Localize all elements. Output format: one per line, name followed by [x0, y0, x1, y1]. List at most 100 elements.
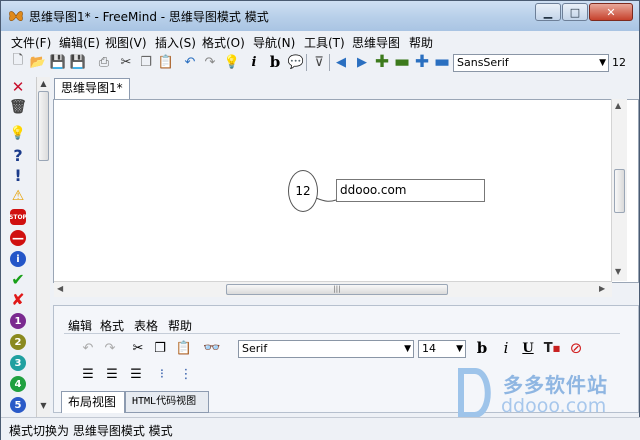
scroll-down-icon[interactable]: ▼: [615, 267, 621, 276]
cross-icon[interactable]: ✘: [10, 290, 26, 309]
editor-size-select[interactable]: 14 ▼: [418, 340, 466, 358]
forward-arrow-icon[interactable]: ▶: [353, 53, 371, 71]
redo-icon[interactable]: ↷: [201, 53, 219, 71]
save-icon[interactable]: 💾: [49, 53, 67, 71]
menu-help[interactable]: 帮助: [409, 34, 433, 51]
new-icon[interactable]: 🗋: [9, 53, 27, 71]
close-button[interactable]: ✕: [589, 3, 633, 21]
copy-icon[interactable]: ❐: [150, 338, 170, 358]
zoom-in-plus-icon[interactable]: ✚: [373, 52, 391, 72]
undo-icon[interactable]: ↶: [181, 53, 199, 71]
scroll-down-icon[interactable]: ▼: [38, 401, 49, 410]
paste-icon[interactable]: 📋: [174, 338, 194, 358]
align-left-icon[interactable]: ☰: [78, 364, 98, 384]
editor-view-tabs: 布局视图 HTML代码视图: [61, 391, 261, 413]
add-node-plus-icon[interactable]: ✚: [413, 52, 431, 72]
align-center-icon[interactable]: ☰: [102, 364, 122, 384]
editor-menu-help[interactable]: 帮助: [168, 317, 192, 334]
priority-2-icon[interactable]: 2: [10, 334, 26, 350]
question-icon[interactable]: ?: [10, 146, 26, 165]
tab-layout-view[interactable]: 布局视图: [61, 391, 125, 413]
scroll-thumb[interactable]: [38, 91, 49, 161]
menu-tools[interactable]: 工具(T): [304, 34, 345, 51]
print-icon[interactable]: ⎙: [95, 53, 113, 71]
scroll-thumb[interactable]: |||: [226, 284, 448, 295]
font-family-select[interactable]: SansSerif ▼: [453, 54, 609, 72]
priority-1-icon[interactable]: 1: [10, 313, 26, 329]
mindmap-canvas[interactable]: 12 ddooo.com: [53, 99, 639, 283]
zoom-out-minus-icon[interactable]: ▬: [393, 52, 411, 72]
back-arrow-icon[interactable]: ◀: [332, 53, 350, 71]
filter-icon[interactable]: ⊽: [310, 53, 328, 71]
exclamation-icon[interactable]: !: [10, 166, 26, 185]
underline-button[interactable]: U: [518, 338, 538, 358]
menu-format[interactable]: 格式(O): [202, 34, 245, 51]
child-node-editing[interactable]: ddooo.com: [336, 179, 485, 202]
main-toolbar: 🗋 📂 💾 💾 ⎙ ✂ ❐ 📋 ↶ ↷ 💡 i b 💬 ⊽ ◀ ▶ ✚ ▬ ✚ …: [1, 51, 639, 75]
butterfly-icon: [9, 11, 23, 21]
menu-insert[interactable]: 插入(S): [155, 34, 196, 51]
menu-mindmap[interactable]: 思维导图: [352, 34, 400, 51]
editor-font-select[interactable]: Serif ▼: [238, 340, 414, 358]
scroll-thumb[interactable]: [614, 169, 625, 213]
copy-icon[interactable]: ❐: [137, 53, 155, 71]
tab-html-view[interactable]: HTML代码视图: [125, 391, 209, 413]
trash-icon[interactable]: 🗑: [9, 99, 27, 115]
menu-edit[interactable]: 编辑(E): [59, 34, 100, 51]
cut-icon[interactable]: ✂: [117, 53, 135, 71]
minimize-button[interactable]: ▁: [535, 3, 561, 21]
undo-icon[interactable]: ↶: [78, 338, 98, 358]
align-right-icon[interactable]: ☰: [126, 364, 146, 384]
window-title: 思维导图1* - FreeMind - 思维导图模式 模式: [29, 10, 269, 24]
tab-mindmap-1[interactable]: 思维导图1*: [54, 78, 130, 99]
redo-icon[interactable]: ↷: [100, 338, 120, 358]
cut-icon[interactable]: ✂: [128, 338, 148, 358]
editor-menu-table[interactable]: 表格: [134, 317, 158, 334]
clear-format-icon[interactable]: ⊘: [566, 338, 586, 358]
italic-button[interactable]: i: [496, 338, 516, 358]
maximize-button[interactable]: □: [562, 3, 588, 21]
scroll-right-icon[interactable]: ▶: [599, 284, 605, 293]
bold-button[interactable]: b: [472, 338, 492, 358]
canvas-vertical-scrollbar[interactable]: ▲ ▼: [611, 99, 627, 281]
watermark-url: ddooo.com: [501, 395, 607, 417]
chevron-down-icon: ▼: [456, 344, 463, 354]
scroll-up-icon[interactable]: ▲: [615, 101, 621, 110]
menu-file[interactable]: 文件(F): [11, 34, 51, 51]
menu-bar: 文件(F) 编辑(E) 视图(V) 插入(S) 格式(O) 导航(N) 工具(T…: [1, 31, 639, 51]
canvas-horizontal-scrollbar[interactable]: ◀ ||| ▶: [54, 281, 612, 297]
lightbulb-icon[interactable]: 💡: [223, 53, 241, 71]
minus-circle-icon[interactable]: —: [10, 230, 26, 246]
stop-icon[interactable]: STOP: [9, 209, 27, 225]
italic-icon[interactable]: i: [245, 53, 263, 71]
font-size-select[interactable]: 12: [612, 56, 626, 69]
bullet-list-icon[interactable]: ⁝: [152, 364, 172, 384]
editor-menu-format[interactable]: 格式: [100, 317, 124, 334]
priority-3-icon[interactable]: 3: [10, 355, 26, 371]
root-node[interactable]: 12: [288, 170, 318, 212]
remove-node-minus-icon[interactable]: ▬: [433, 52, 451, 72]
priority-4-icon[interactable]: 4: [10, 376, 26, 392]
text-color-icon[interactable]: T ■: [542, 338, 562, 358]
check-icon[interactable]: ✔: [10, 270, 26, 289]
map-tabs: 思维导图1*: [51, 75, 639, 99]
scroll-up-icon[interactable]: ▲: [38, 79, 49, 88]
note-bubble-icon[interactable]: 💬: [287, 53, 305, 71]
lightbulb-icon[interactable]: 💡: [10, 125, 26, 141]
priority-5-icon[interactable]: 5: [10, 397, 26, 413]
scroll-left-icon[interactable]: ◀: [57, 284, 63, 293]
editor-menu-edit[interactable]: 编辑: [68, 317, 92, 334]
paste-icon[interactable]: 📋: [157, 53, 175, 71]
open-icon[interactable]: 📂: [29, 53, 47, 71]
warning-icon[interactable]: ⚠: [10, 188, 26, 204]
bold-icon[interactable]: b: [266, 53, 284, 71]
menu-view[interactable]: 视图(V): [105, 34, 147, 51]
info-icon[interactable]: i: [10, 251, 26, 267]
find-binoculars-icon[interactable]: 👓: [202, 338, 222, 358]
save-as-icon[interactable]: 💾: [69, 53, 87, 71]
numbered-list-icon[interactable]: ⋮: [176, 364, 196, 384]
watermark-title: 多多软件站: [503, 373, 608, 397]
menu-navigate[interactable]: 导航(N): [253, 34, 295, 51]
icon-toolbar-scrollbar[interactable]: ▲ ▼: [36, 77, 50, 417]
close-icon[interactable]: ✕: [10, 78, 26, 96]
